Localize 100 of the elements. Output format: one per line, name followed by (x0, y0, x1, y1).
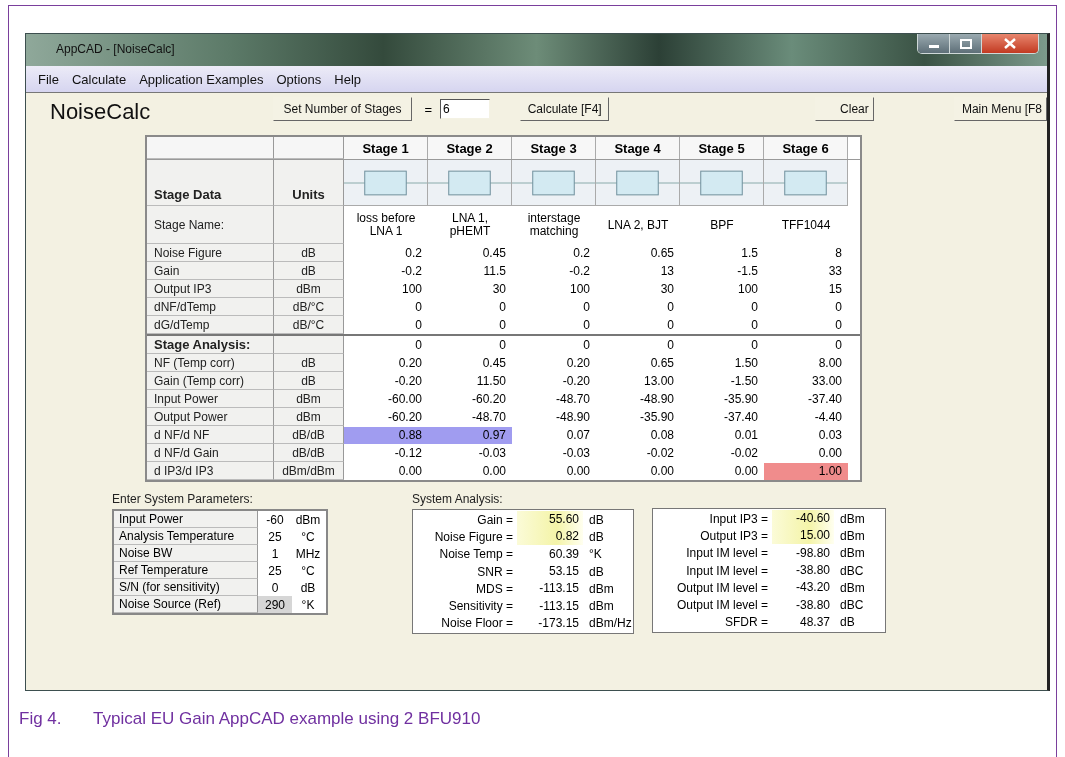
unit-cell (274, 336, 344, 354)
table-cell: -0.03 (562, 446, 590, 460)
table-cell[interactable]: 0 (415, 318, 422, 332)
parameter-unit: °C (300, 528, 316, 545)
stage-header: Stage 5 (680, 137, 764, 159)
unit-cell: dB (274, 354, 344, 372)
table-cell[interactable]: 0.45 (482, 246, 506, 260)
parameter-value[interactable]: 25 (258, 562, 292, 579)
menu-item[interactable]: File (32, 71, 66, 87)
result-value: -38.80 (794, 596, 831, 614)
table-cell: 0 (751, 338, 758, 352)
table-cell: -48.90 (639, 392, 674, 406)
table-cell: 0.45 (482, 356, 506, 370)
table-cell: 0 (415, 338, 422, 352)
menu-item[interactable]: Help (328, 71, 368, 87)
table-cell: 0.00 (398, 464, 422, 478)
table-cell[interactable]: 0 (499, 318, 506, 332)
calculate-button[interactable]: Calculate [F4] (519, 97, 610, 121)
table-cell[interactable]: 30 (660, 282, 674, 296)
result-unit: dBm (839, 546, 865, 561)
table-cell[interactable]: 15 (828, 282, 842, 296)
close-button[interactable] (982, 34, 1038, 53)
table-cell[interactable]: 0 (667, 300, 674, 314)
table-cell: 0.20 (398, 356, 422, 370)
table-cell[interactable]: 1.5 (741, 246, 758, 260)
table-cell[interactable]: 33 (828, 264, 842, 278)
result-label: Noise Figure = (433, 529, 513, 544)
figure-caption: Typical EU Gain AppCAD example using 2 BFU910 (93, 709, 481, 729)
table-cell[interactable]: 0 (583, 318, 590, 332)
table-cell[interactable]: -0.2 (401, 264, 422, 278)
result-unit: dBm (839, 528, 865, 543)
table-cell[interactable]: -1.5 (737, 264, 758, 278)
result-label: Input IM level = (685, 546, 768, 561)
table-cell[interactable]: 11.5 (483, 264, 506, 278)
result-label: SFDR = (724, 615, 768, 630)
maximize-button[interactable] (950, 34, 982, 53)
table-cell[interactable]: 0 (415, 300, 422, 314)
unit-cell: dB/dB (274, 444, 344, 462)
column-heading: Stage Data (147, 160, 274, 206)
row-label: Input Power (147, 390, 274, 408)
menu-item[interactable]: Options (270, 71, 329, 87)
table-cell[interactable]: 0 (835, 318, 842, 332)
table-cell[interactable]: 100 (401, 282, 422, 296)
menu-item[interactable]: Application Examples (133, 71, 271, 87)
result-unit: dBm (588, 599, 614, 614)
table-cell[interactable]: 0 (751, 300, 758, 314)
highlighted-cell: 0.88 (344, 426, 428, 444)
table-cell[interactable]: 0.2 (405, 246, 422, 260)
row-label: d NF/d NF (147, 426, 274, 444)
clear-button[interactable]: Clear (815, 97, 874, 121)
parameter-label: Input Power (114, 511, 258, 528)
table-cell: 8.00 (818, 356, 842, 370)
parameter-value[interactable]: 0 (258, 579, 292, 596)
table-cell[interactable]: 30 (492, 282, 506, 296)
stages-field[interactable]: 6 (439, 99, 490, 119)
table-cell[interactable]: 0 (667, 318, 674, 332)
table-cell: 0 (499, 338, 506, 352)
maximize-icon (959, 38, 972, 49)
parameter-value[interactable]: -60 (258, 511, 292, 528)
result-unit: dB (588, 529, 604, 544)
table-cell[interactable]: 0 (835, 300, 842, 314)
set-stages-button[interactable]: Set Number of Stages (272, 97, 413, 121)
table-cell[interactable]: 100 (737, 282, 758, 296)
table-cell[interactable]: 0.2 (573, 246, 590, 260)
table-cell[interactable]: 0 (751, 318, 758, 332)
row-label: Stage Name: (147, 206, 274, 244)
main-menu-button[interactable]: Main Menu [F8 (953, 97, 1047, 121)
table-cell[interactable]: 100 (569, 282, 590, 296)
parameter-label: Noise Source (Ref) (114, 596, 258, 613)
table-cell: -60.00 (387, 392, 422, 406)
table-cell[interactable]: 8 (835, 246, 842, 260)
table-cell: 0 (667, 338, 674, 352)
parameter-value[interactable]: 1 (258, 545, 292, 562)
table-cell[interactable]: 0 (499, 300, 506, 314)
table-cell: 11.50 (476, 374, 506, 388)
stage-header: Stage 3 (512, 137, 596, 159)
result-unit: dB (839, 615, 855, 630)
parameter-value[interactable]: 25 (258, 528, 292, 545)
parameter-unit: MHz (294, 545, 322, 562)
table-cell: 0 (835, 338, 842, 352)
table-cell: 0.08 (650, 428, 674, 442)
table-cell[interactable]: 0 (583, 300, 590, 314)
parameter-label: S/N (for sensitivity) (114, 579, 258, 596)
table-cell[interactable]: -0.2 (569, 264, 590, 278)
table-cell: -0.03 (478, 446, 506, 460)
table-cell: -4.40 (814, 410, 842, 424)
result-value: -43.20 (794, 579, 831, 597)
row-label: Output IP3 (147, 280, 274, 298)
unit-cell: dBm (274, 390, 344, 408)
menu-item[interactable]: Calculate (65, 71, 134, 87)
result-label: Noise Floor = (440, 616, 513, 631)
stage-header: Stage 2 (428, 137, 512, 159)
table-cell[interactable]: 13 (660, 264, 674, 278)
result-label: Input IM level = (685, 563, 768, 578)
result-unit: dBC (839, 563, 864, 578)
table-cell[interactable]: 0.65 (650, 246, 674, 260)
table-cell: -35.90 (723, 392, 758, 406)
result-label: MDS = (475, 581, 513, 596)
minimize-button[interactable] (918, 34, 950, 53)
stage-name: BPF (710, 218, 734, 232)
